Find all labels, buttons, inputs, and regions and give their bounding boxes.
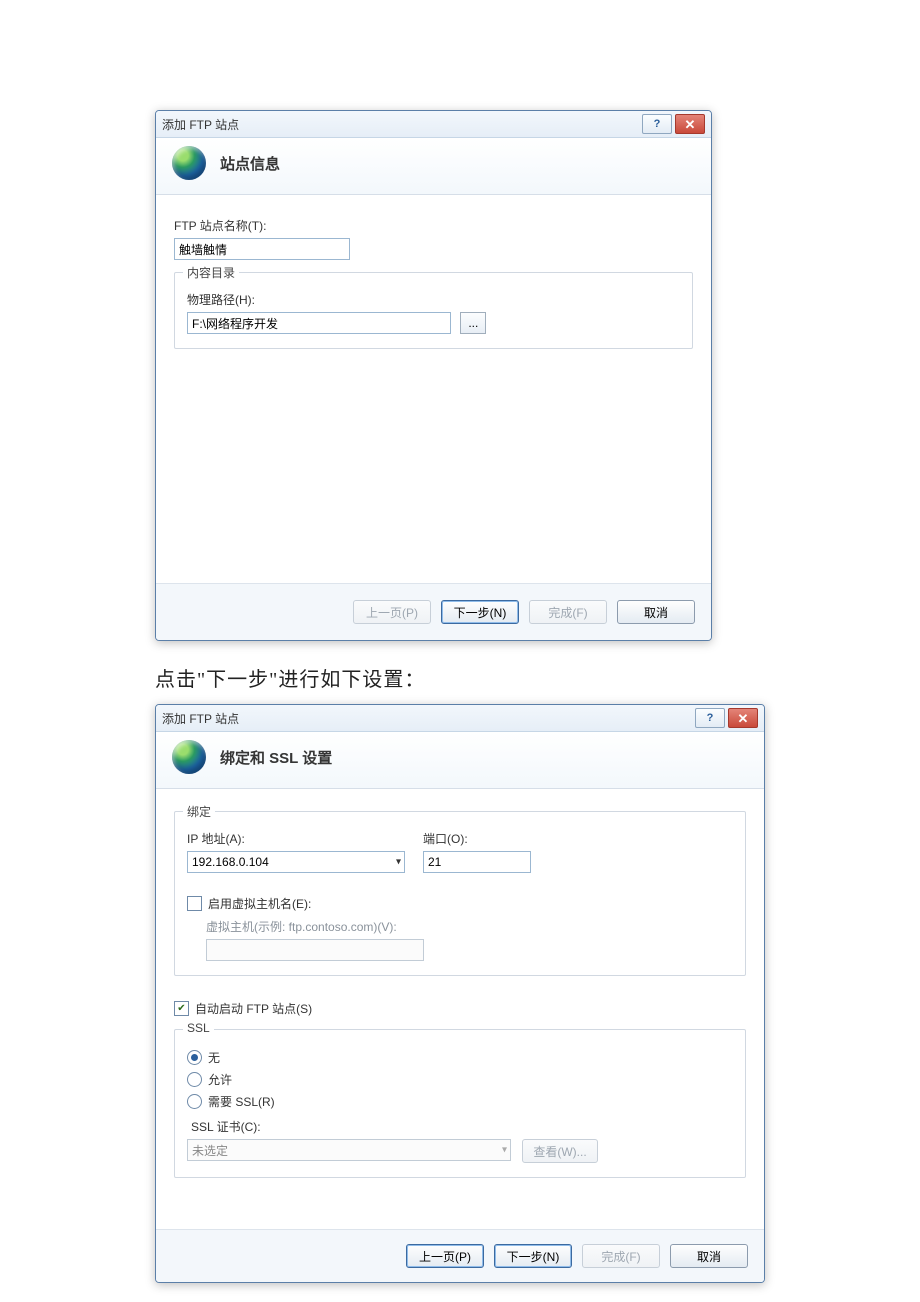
dialog-header: 站点信息 xyxy=(156,138,711,195)
ssl-cert-combo xyxy=(187,1139,511,1161)
previous-button: 上一页(P) xyxy=(353,600,431,624)
binding-group: 绑定 IP 地址(A): ▾ 端口(O): xyxy=(174,811,746,976)
help-button[interactable]: ? xyxy=(642,114,672,134)
content-directory-legend: 内容目录 xyxy=(183,264,239,281)
virtual-host-hint: 虚拟主机(示例: ftp.contoso.com)(V): xyxy=(206,918,733,935)
ssl-group: SSL 无 允许 需要 SSL(R) SSL 证书(C): xyxy=(174,1029,746,1178)
globe-icon xyxy=(172,740,206,774)
ssl-require-radio[interactable]: 需要 SSL(R) xyxy=(187,1093,733,1110)
physical-path-label: 物理路径(H): xyxy=(187,291,680,308)
ssl-allow-label: 允许 xyxy=(208,1071,232,1088)
header-title: 绑定和 SSL 设置 xyxy=(220,747,332,768)
view-cert-button: 查看(W)... xyxy=(522,1139,597,1163)
previous-button[interactable]: 上一页(P) xyxy=(406,1244,484,1268)
titlebar: 添加 FTP 站点 ? ✕ xyxy=(156,111,711,138)
finish-button: 完成(F) xyxy=(529,600,607,624)
dialog-body: FTP 站点名称(T): 内容目录 物理路径(H): ... xyxy=(156,195,711,583)
radio-icon xyxy=(187,1050,202,1065)
port-label: 端口(O): xyxy=(423,830,531,847)
next-button[interactable]: 下一步(N) xyxy=(494,1244,572,1268)
ip-address-combo[interactable] xyxy=(187,851,405,873)
binding-legend: 绑定 xyxy=(183,803,215,820)
checkbox-icon: ✔ xyxy=(174,1001,189,1016)
ssl-none-radio[interactable]: 无 xyxy=(187,1049,733,1066)
ssl-require-label: 需要 SSL(R) xyxy=(208,1093,275,1110)
next-button[interactable]: 下一步(N) xyxy=(441,600,519,624)
cancel-button[interactable]: 取消 xyxy=(617,600,695,624)
ssl-none-label: 无 xyxy=(208,1049,220,1066)
ssl-legend: SSL xyxy=(183,1021,214,1035)
content-directory-group: 内容目录 物理路径(H): ... xyxy=(174,272,693,349)
help-button[interactable]: ? xyxy=(695,708,725,728)
title-text: 添加 FTP 站点 xyxy=(162,116,639,133)
radio-icon xyxy=(187,1072,202,1087)
titlebar: 添加 FTP 站点 ? ✕ xyxy=(156,705,764,732)
enable-virtual-host-checkbox[interactable]: 启用虚拟主机名(E): xyxy=(187,895,311,912)
dialog-add-ftp-site-1: 添加 FTP 站点 ? ✕ 站点信息 FTP 站点名称(T): 内容目录 物理路… xyxy=(155,110,712,641)
dialog-footer: 上一页(P) 下一步(N) 完成(F) 取消 xyxy=(156,583,711,640)
ssl-cert-label: SSL 证书(C): xyxy=(191,1118,733,1135)
dialog-body: 绑定 IP 地址(A): ▾ 端口(O): xyxy=(156,789,764,1229)
cancel-button[interactable]: 取消 xyxy=(670,1244,748,1268)
dialog-footer: 上一页(P) 下一步(N) 完成(F) 取消 xyxy=(156,1229,764,1282)
enable-virtual-host-label: 启用虚拟主机名(E): xyxy=(208,895,311,912)
checkbox-icon xyxy=(187,896,202,911)
dialog-header: 绑定和 SSL 设置 xyxy=(156,732,764,789)
instruction-text: 点击"下一步"进行如下设置： xyxy=(155,663,920,692)
finish-button: 完成(F) xyxy=(582,1244,660,1268)
globe-icon xyxy=(172,146,206,180)
physical-path-input[interactable] xyxy=(187,312,451,334)
auto-start-label: 自动启动 FTP 站点(S) xyxy=(195,1000,312,1017)
site-name-input[interactable] xyxy=(174,238,350,260)
dialog-add-ftp-site-2: 添加 FTP 站点 ? ✕ 绑定和 SSL 设置 绑定 IP 地址(A): ▾ xyxy=(155,704,765,1283)
virtual-host-input xyxy=(206,939,424,961)
port-input[interactable] xyxy=(423,851,531,873)
auto-start-checkbox[interactable]: ✔ 自动启动 FTP 站点(S) xyxy=(174,1000,312,1017)
site-name-label: FTP 站点名称(T): xyxy=(174,217,693,234)
close-button[interactable]: ✕ xyxy=(728,708,758,728)
header-title: 站点信息 xyxy=(220,153,280,174)
ip-address-label: IP 地址(A): xyxy=(187,830,405,847)
browse-button[interactable]: ... xyxy=(460,312,486,334)
close-button[interactable]: ✕ xyxy=(675,114,705,134)
radio-icon xyxy=(187,1094,202,1109)
ssl-allow-radio[interactable]: 允许 xyxy=(187,1071,733,1088)
title-text: 添加 FTP 站点 xyxy=(162,710,692,727)
